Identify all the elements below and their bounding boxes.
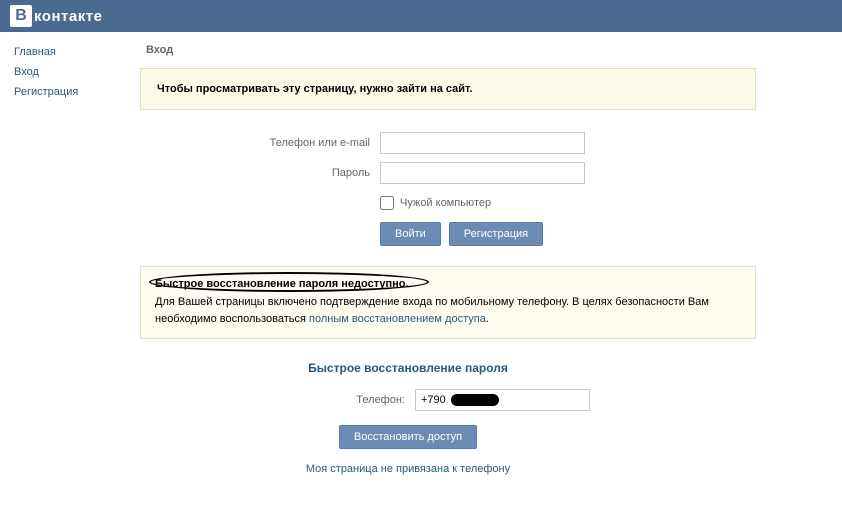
login-button[interactable]: Войти xyxy=(380,222,441,246)
logo[interactable]: В контакте xyxy=(10,5,102,27)
main-content: Вход Чтобы просматривать эту страницу, н… xyxy=(140,32,770,495)
warning-text-after: . xyxy=(486,313,489,325)
quick-recovery-title: Быстрое восстановление пароля xyxy=(60,361,756,375)
sidebar-item-login[interactable]: Вход xyxy=(14,62,140,82)
email-input[interactable] xyxy=(380,132,585,154)
not-linked-to-phone-link[interactable]: Моя страница не привязана к телефону xyxy=(306,463,510,475)
login-required-notice: Чтобы просматривать эту страницу, нужно … xyxy=(140,68,756,110)
email-label: Телефон или e-mail xyxy=(140,137,380,149)
full-recovery-link[interactable]: полным восстановлением доступа xyxy=(309,313,486,325)
phone-redacted-overlay xyxy=(451,394,499,406)
password-label: Пароль xyxy=(140,167,380,179)
logo-text: контакте xyxy=(34,8,102,25)
restore-access-button[interactable]: Восстановить доступ xyxy=(339,425,477,449)
sidebar-item-register[interactable]: Регистрация xyxy=(14,82,140,102)
foreign-computer-label: Чужой компьютер xyxy=(400,197,491,209)
warning-title: Быстрое восстановление пароля недоступно… xyxy=(155,278,409,290)
page-title: Вход xyxy=(140,32,756,68)
foreign-computer-checkbox[interactable] xyxy=(380,196,394,210)
password-input[interactable] xyxy=(380,162,585,184)
logo-icon: В xyxy=(10,5,32,27)
register-button[interactable]: Регистрация xyxy=(449,222,543,246)
sidebar-item-home[interactable]: Главная xyxy=(14,42,140,62)
page-header: В контакте xyxy=(0,0,842,32)
phone-label: Телефон: xyxy=(140,394,415,406)
phone-input[interactable] xyxy=(415,389,590,411)
recovery-unavailable-warning: Быстрое восстановление пароля недоступно… xyxy=(140,266,756,339)
